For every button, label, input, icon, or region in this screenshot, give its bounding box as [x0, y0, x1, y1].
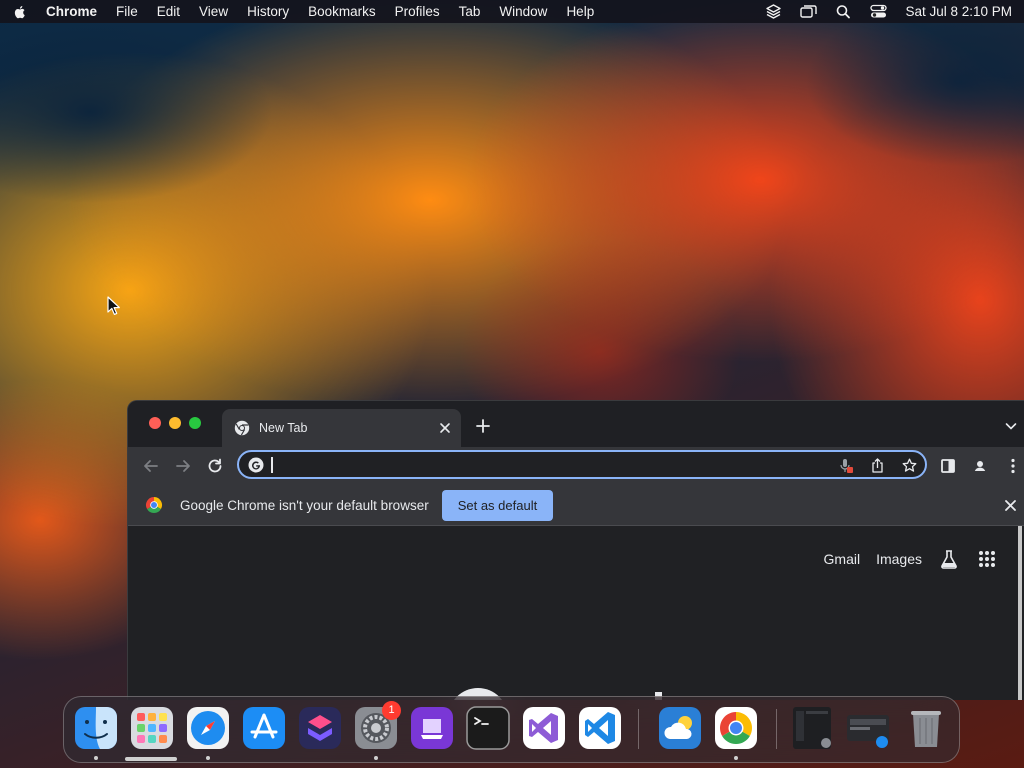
shortcuts-icon [299, 707, 341, 749]
trash-icon [911, 711, 941, 747]
window-close-button[interactable] [149, 417, 161, 429]
tab-strip: New Tab [128, 401, 1024, 447]
tab-search-chevron-icon[interactable] [1005, 421, 1017, 431]
new-tab-page: Gmail Images [128, 526, 1024, 700]
chrome-icon [715, 707, 757, 749]
dock-recent-window-1[interactable] [790, 706, 834, 750]
default-browser-infobar: Google Chrome isn't your default browser… [128, 485, 1024, 526]
address-bar[interactable] [237, 450, 927, 479]
menu-view[interactable]: View [199, 4, 228, 19]
dock-terminal[interactable] [466, 706, 510, 750]
dock-recent-window-2[interactable] [846, 706, 890, 750]
mouse-pointer-icon [107, 296, 120, 315]
browser-toolbar [128, 447, 1024, 485]
dock-trash[interactable] [904, 706, 948, 750]
menu-help[interactable]: Help [566, 4, 594, 19]
menu-tab[interactable]: Tab [459, 4, 481, 19]
google-g-icon [248, 457, 264, 473]
labs-flask-icon[interactable] [938, 548, 960, 570]
menu-file[interactable]: File [116, 4, 138, 19]
infobar-close-icon[interactable] [1004, 499, 1017, 512]
menu-bookmarks[interactable]: Bookmarks [308, 4, 376, 19]
dock-divider [638, 709, 639, 749]
menu-window[interactable]: Window [499, 4, 547, 19]
desktop-wallpaper [0, 22, 1024, 422]
dock-apple-configurator[interactable] [410, 706, 454, 750]
visual-studio-icon [523, 707, 565, 749]
set-as-default-button[interactable]: Set as default [441, 489, 554, 521]
bookmark-star-icon[interactable] [902, 458, 917, 473]
back-arrow-icon[interactable] [142, 457, 160, 475]
vscode-icon [579, 707, 621, 749]
app-store-icon [243, 707, 285, 749]
running-indicator [734, 756, 738, 760]
menu-history[interactable]: History [247, 4, 289, 19]
infobar-message: Google Chrome isn't your default browser [180, 497, 429, 513]
chrome-logo-icon [145, 497, 163, 514]
profile-avatar-icon[interactable] [971, 457, 989, 475]
reload-icon[interactable] [206, 457, 224, 475]
dock-vscode[interactable] [578, 706, 622, 750]
chrome-window: New Tab Google Chrome isn't your default… [127, 400, 1024, 700]
dock-system-settings[interactable]: 1 [354, 701, 401, 750]
screen-mirroring-icon[interactable] [800, 4, 818, 19]
terminal-icon [466, 706, 510, 750]
configurator-icon [411, 707, 453, 749]
dock-launchpad[interactable] [130, 706, 174, 750]
tab-title: New Tab [259, 421, 308, 435]
dock-visual-studio[interactable] [522, 706, 566, 750]
dock: 1 [63, 696, 960, 763]
omnibox-input[interactable] [273, 455, 833, 475]
menu-profiles[interactable]: Profiles [395, 4, 440, 19]
menu-bar-clock[interactable]: Sat Jul 8 2:10 PM [905, 4, 1012, 19]
window-minimize-button[interactable] [169, 417, 181, 429]
dock-weather[interactable] [658, 706, 702, 750]
side-panel-icon[interactable] [939, 457, 957, 475]
window-drag-handle [125, 757, 177, 761]
menu-bar: Chrome File Edit View History Bookmarks … [0, 0, 1024, 23]
apple-menu-icon[interactable] [12, 4, 28, 20]
dock-safari[interactable] [186, 706, 230, 750]
running-indicator [94, 756, 98, 760]
dock-app-store[interactable] [242, 706, 286, 750]
tab-new-tab[interactable]: New Tab [222, 409, 461, 447]
notification-badge: 1 [382, 701, 401, 720]
browser-menu-kebab-icon[interactable] [1004, 457, 1022, 475]
running-indicator [206, 756, 210, 760]
menu-edit[interactable]: Edit [157, 4, 180, 19]
window-thumbnail-icon [847, 715, 889, 748]
tab-close-icon[interactable] [439, 422, 451, 434]
window-zoom-button[interactable] [189, 417, 201, 429]
dock-shortcuts[interactable] [298, 706, 342, 750]
menu-app-name[interactable]: Chrome [46, 4, 97, 19]
images-link[interactable]: Images [876, 551, 922, 567]
weather-icon [659, 707, 701, 749]
spotlight-search-icon[interactable] [835, 4, 852, 19]
chrome-favicon-icon [234, 420, 250, 436]
forward-arrow-icon[interactable] [174, 457, 192, 475]
new-tab-plus-icon[interactable] [475, 418, 491, 434]
google-apps-grid-icon[interactable] [976, 548, 998, 570]
safari-icon [187, 707, 229, 749]
launchpad-icon [131, 707, 173, 749]
running-indicator [374, 756, 378, 760]
dock-finder[interactable] [74, 706, 118, 750]
layers-icon[interactable] [765, 4, 782, 19]
finder-icon [75, 707, 117, 749]
window-scroll-edge [1018, 526, 1022, 700]
gmail-link[interactable]: Gmail [824, 551, 861, 567]
microphone-blocked-icon[interactable] [838, 458, 853, 473]
dock-chrome[interactable] [714, 706, 758, 750]
control-center-icon[interactable] [870, 4, 888, 19]
ntp-top-links: Gmail Images [808, 548, 998, 570]
share-icon[interactable] [870, 458, 885, 473]
window-thumbnail-icon [793, 707, 831, 749]
dock-divider [776, 709, 777, 749]
